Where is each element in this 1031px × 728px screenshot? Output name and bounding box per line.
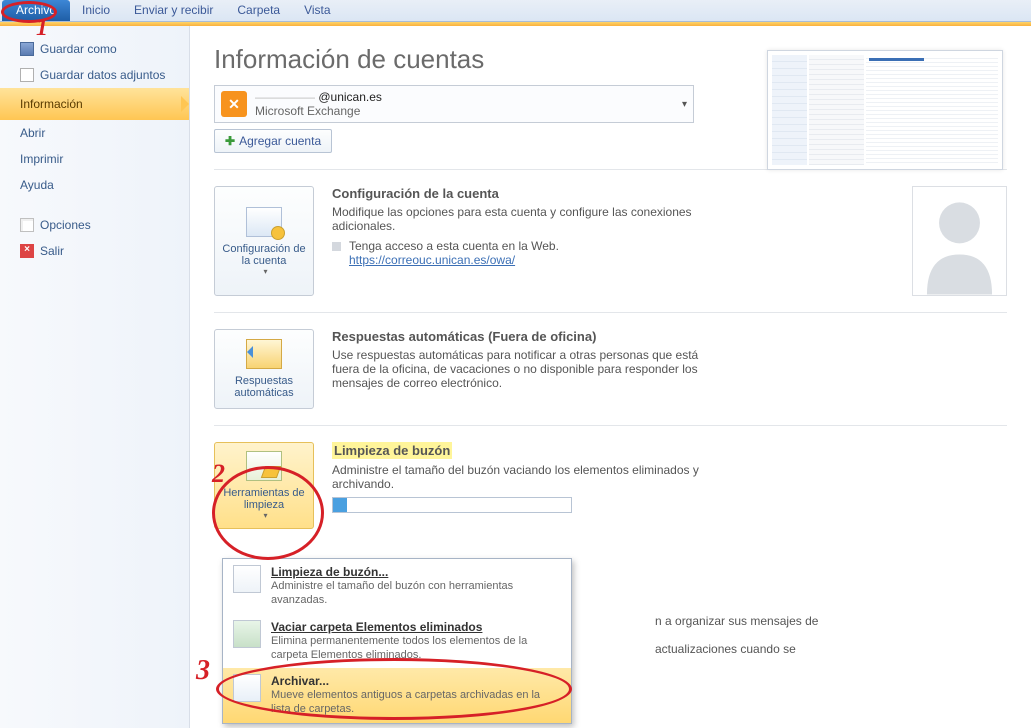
menu-item-desc: Mueve elementos antiguos a carpetas arch… (271, 688, 561, 717)
window-preview-thumbnail (767, 50, 1003, 170)
save-icon (20, 42, 34, 56)
menu-item-title: Limpieza de buzón... (271, 565, 561, 579)
nav-label: Información (20, 97, 83, 111)
nav-label: Abrir (20, 126, 45, 140)
cleanup-icon (233, 565, 261, 593)
nav-label: Guardar como (40, 42, 117, 56)
nav-info[interactable]: Información (0, 88, 189, 120)
bullet-icon (332, 242, 341, 251)
section-text: Administre el tamaño del buzón vaciando … (332, 463, 712, 491)
nav-label: Guardar datos adjuntos (40, 68, 165, 82)
cleanup-icon (246, 451, 282, 481)
menu-item-title: Archivar... (271, 674, 561, 688)
nav-help[interactable]: Ayuda (0, 172, 189, 198)
nav-save-attachments[interactable]: Guardar datos adjuntos (0, 62, 189, 88)
section-heading: Respuestas automáticas (Fuera de oficina… (332, 329, 712, 344)
archive-icon (233, 674, 261, 702)
section-mailbox-cleanup: Herramientas de limpieza▾ Limpieza de bu… (214, 425, 1007, 529)
nav-options[interactable]: Opciones (0, 212, 189, 238)
cleanup-tools-menu: Limpieza de buzón... Administre el tamañ… (222, 558, 572, 724)
options-icon (20, 218, 34, 232)
menu-item-archive[interactable]: Archivar... Mueve elementos antiguos a c… (223, 668, 571, 723)
owa-link[interactable]: https://correouc.unican.es/owa/ (349, 253, 515, 267)
exit-icon: × (20, 244, 34, 258)
account-selector[interactable]: ✕ ————— @unican.es Microsoft Exchange ▾ (214, 85, 694, 123)
section-text: Use respuestas automáticas para notifica… (332, 348, 712, 390)
auto-reply-icon (246, 339, 282, 369)
cleanup-tools-button[interactable]: Herramientas de limpieza▾ (214, 442, 314, 529)
account-settings-button[interactable]: Configuración de la cuenta▾ (214, 186, 314, 296)
chevron-down-icon: ▾ (263, 511, 267, 520)
tab-view[interactable]: Vista (292, 0, 342, 21)
backstage-nav: Guardar como Guardar datos adjuntos Info… (0, 26, 190, 728)
button-label: Respuestas automáticas (219, 375, 309, 399)
account-settings-icon (246, 207, 282, 237)
nav-print[interactable]: Imprimir (0, 146, 189, 172)
tab-folder[interactable]: Carpeta (225, 0, 292, 21)
section-text: Modifique las opciones para esta cuenta … (332, 205, 712, 233)
mailbox-quota-bar (332, 497, 572, 513)
button-label: Herramientas de limpieza (219, 487, 309, 511)
menu-item-desc: Elimina permanentemente todos los elemen… (271, 634, 561, 663)
add-account-label: Agregar cuenta (239, 134, 321, 148)
partial-text: n a organizar sus mensajes de actualizac… (655, 614, 915, 656)
section-account-settings: Configuración de la cuenta▾ Configuració… (214, 169, 1007, 296)
auto-reply-button[interactable]: Respuestas automáticas (214, 329, 314, 409)
section-text: Tenga acceso a esta cuenta en la Web. (349, 239, 559, 253)
button-label: Configuración de la cuenta (219, 243, 309, 267)
menu-item-title: Vaciar carpeta Elementos eliminados (271, 620, 561, 634)
tab-send-receive[interactable]: Enviar y recibir (122, 0, 225, 21)
plus-icon: ✚ (225, 134, 235, 148)
account-type: Microsoft Exchange (255, 104, 682, 118)
menu-item-desc: Administre el tamaño del buzón con herra… (271, 579, 561, 608)
nav-exit[interactable]: × Salir (0, 238, 189, 264)
menu-item-mailbox-cleanup[interactable]: Limpieza de buzón... Administre el tamañ… (223, 559, 571, 614)
tab-file[interactable]: Archivo (2, 0, 70, 21)
account-email: ————— @unican.es (255, 90, 682, 104)
add-account-button[interactable]: ✚ Agregar cuenta (214, 129, 332, 153)
section-heading: Limpieza de buzón (332, 442, 452, 459)
nav-label: Imprimir (20, 152, 63, 166)
attachment-icon (20, 68, 34, 82)
menu-item-empty-deleted[interactable]: Vaciar carpeta Elementos eliminados Elim… (223, 614, 571, 669)
section-heading: Configuración de la cuenta (332, 186, 712, 201)
nav-label: Salir (40, 244, 64, 258)
nav-label: Opciones (40, 218, 91, 232)
ribbon: Archivo Inicio Enviar y recibir Carpeta … (0, 0, 1031, 22)
user-avatar (912, 186, 1007, 296)
exchange-icon: ✕ (221, 91, 247, 117)
nav-save-as[interactable]: Guardar como (0, 36, 189, 62)
chevron-down-icon: ▾ (263, 267, 267, 276)
section-auto-reply: Respuestas automáticas Respuestas automá… (214, 312, 1007, 409)
nav-label: Ayuda (20, 178, 54, 192)
chevron-down-icon: ▾ (682, 99, 687, 110)
tab-home[interactable]: Inicio (70, 0, 122, 21)
trash-icon (233, 620, 261, 648)
nav-open[interactable]: Abrir (0, 120, 189, 146)
